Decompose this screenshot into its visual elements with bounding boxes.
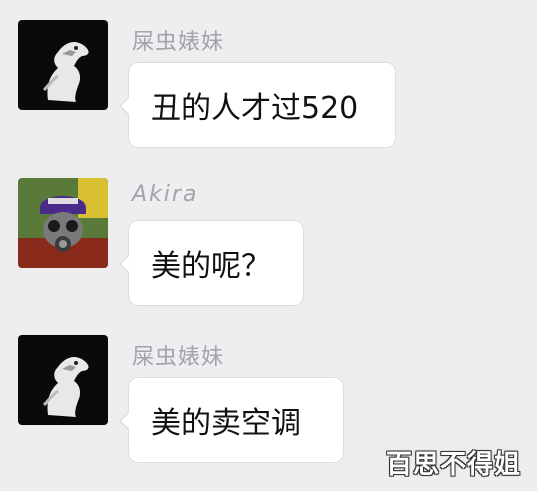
message-bubble[interactable]: 美的卖空调	[119, 377, 344, 463]
message-bubble[interactable]: 美的呢？	[119, 220, 304, 306]
message-bubble[interactable]: 丑的人才过520	[119, 62, 396, 148]
gas-mask-avatar-icon[interactable]	[18, 178, 108, 268]
dinosaur-avatar-icon[interactable]	[18, 20, 108, 110]
sender-name: 屎虫婊妹	[132, 30, 225, 55]
sender-name: 屎虫婊妹	[132, 345, 225, 370]
dinosaur-avatar-icon[interactable]	[18, 335, 108, 425]
watermark: 百思不得姐	[385, 450, 521, 480]
sender-name: Akira	[132, 182, 199, 207]
